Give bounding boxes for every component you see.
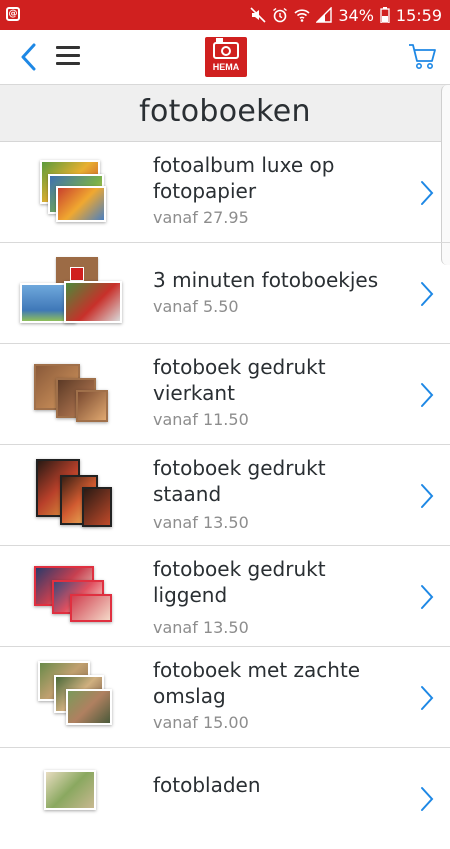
hamburger-menu-icon[interactable] xyxy=(56,46,80,66)
product-price: vanaf 27.95 xyxy=(153,208,249,227)
chevron-right-icon xyxy=(421,181,434,205)
list-item[interactable]: fotoalbum luxe op fotopapier vanaf 27.95 xyxy=(0,142,450,243)
page-title: fotoboeken xyxy=(139,94,311,129)
signal-icon xyxy=(316,7,333,23)
chevron-right-icon xyxy=(421,686,434,710)
product-title: fotoboek met zachte omslag xyxy=(153,658,361,708)
status-bar: @ 34% 15:59 xyxy=(0,0,450,30)
product-title: fotobladen xyxy=(153,773,261,797)
shopping-cart-icon[interactable] xyxy=(408,42,438,72)
app-bar: HEMA xyxy=(0,30,450,85)
product-price: vanaf 11.50 xyxy=(153,410,249,429)
product-price: vanaf 5.50 xyxy=(153,297,239,316)
product-title: fotoboek gedrukt liggend xyxy=(153,557,326,607)
product-title: 3 minuten fotoboekjes xyxy=(153,268,379,292)
page-title-bar: fotoboeken xyxy=(0,85,450,142)
battery-percentage: 34% xyxy=(338,5,374,25)
chevron-right-icon xyxy=(421,383,434,407)
chevron-right-icon xyxy=(421,282,434,306)
product-thumbnail xyxy=(20,560,120,632)
product-thumbnail xyxy=(20,257,122,329)
product-price: vanaf 15.00 xyxy=(153,713,249,732)
camera-icon xyxy=(213,38,239,59)
battery-icon xyxy=(380,7,390,23)
mute-icon xyxy=(250,7,266,23)
product-title: fotoboek gedrukt vierkant xyxy=(153,355,326,405)
product-title: fotoalbum luxe op fotopapier xyxy=(153,153,335,203)
product-list: fotoalbum luxe op fotopapier vanaf 27.95… xyxy=(0,142,450,849)
list-item[interactable]: fotoboek met zachte omslag vanaf 15.00 xyxy=(0,647,450,748)
product-thumbnail xyxy=(20,762,120,834)
product-title: fotoboek gedrukt staand xyxy=(153,456,326,506)
product-thumbnail xyxy=(20,156,120,228)
product-thumbnail xyxy=(20,459,120,531)
list-item[interactable]: fotoboek gedrukt vierkant vanaf 11.50 xyxy=(0,344,450,445)
wifi-icon xyxy=(294,9,310,22)
product-price: vanaf 13.50 xyxy=(153,513,249,532)
chevron-right-icon xyxy=(421,585,434,609)
status-icons: 34% 15:59 xyxy=(250,4,442,26)
product-thumbnail xyxy=(20,358,120,430)
product-price: vanaf 13.50 xyxy=(153,618,249,637)
chevron-right-icon xyxy=(421,484,434,508)
list-item[interactable]: fotoboek gedrukt staand vanaf 13.50 xyxy=(0,445,450,546)
clock: 15:59 xyxy=(395,5,442,25)
notification-icon: @ xyxy=(6,7,20,21)
chevron-right-icon xyxy=(421,787,434,811)
list-item[interactable]: 3 minuten fotoboekjes vanaf 5.50 xyxy=(0,243,450,344)
list-item[interactable]: fotoboek gedrukt liggend vanaf 13.50 xyxy=(0,546,450,647)
alarm-icon xyxy=(273,7,288,23)
hema-logo[interactable]: HEMA xyxy=(205,37,247,77)
list-item[interactable]: fotobladen xyxy=(0,748,450,849)
product-thumbnail xyxy=(20,661,120,733)
logo-text: HEMA xyxy=(212,62,240,72)
back-arrow-icon[interactable] xyxy=(18,43,40,71)
